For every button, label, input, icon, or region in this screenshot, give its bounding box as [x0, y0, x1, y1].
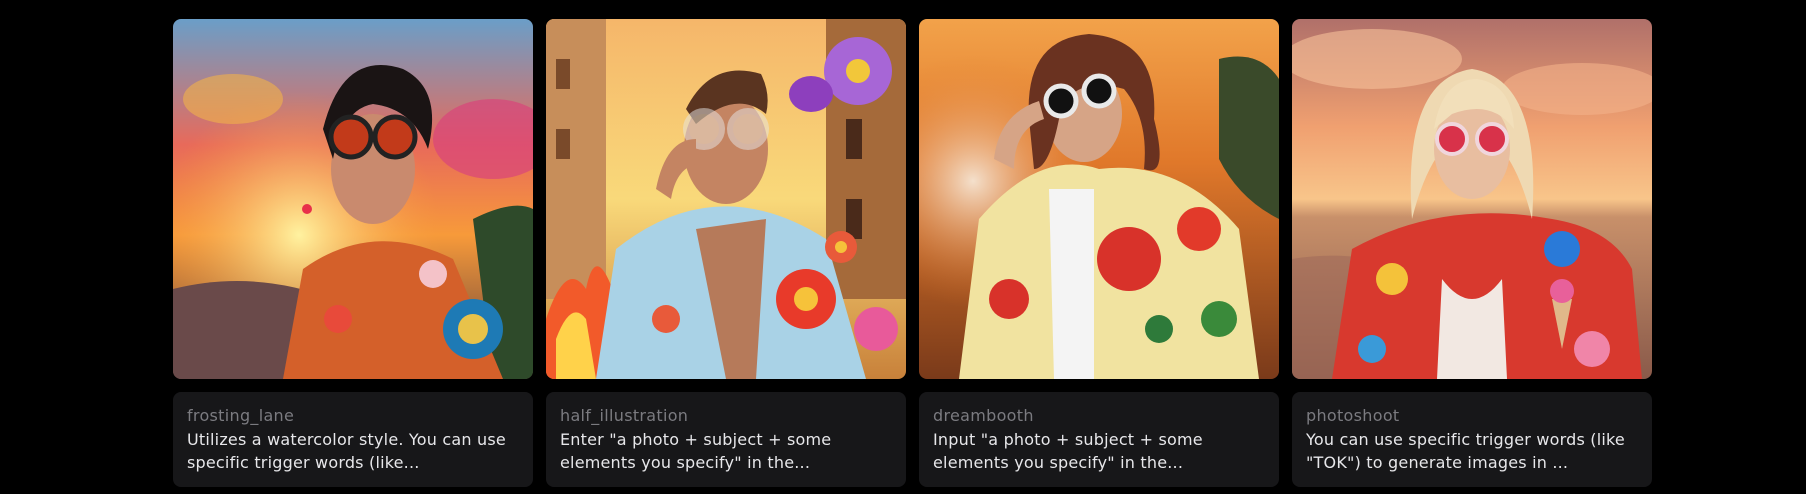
- model-info: dreambooth Input "a photo + subject + so…: [919, 392, 1279, 487]
- model-name: dreambooth: [933, 406, 1034, 425]
- model-thumbnail[interactable]: [173, 19, 533, 379]
- model-thumbnail-image: [173, 19, 533, 379]
- model-card-half-illustration[interactable]: half_illustration Enter "a photo + subje…: [546, 19, 906, 487]
- model-name: frosting_lane: [187, 406, 295, 425]
- model-description: Utilizes a watercolor style. You can use…: [187, 430, 506, 472]
- model-info: half_illustration Enter "a photo + subje…: [546, 392, 906, 487]
- model-gallery: frosting_lane Utilizes a watercolor styl…: [173, 19, 1652, 487]
- model-card-dreambooth[interactable]: dreambooth Input "a photo + subject + so…: [919, 19, 1279, 487]
- model-description: Input "a photo + subject + some elements…: [933, 430, 1203, 472]
- model-thumbnail[interactable]: [546, 19, 906, 379]
- model-description: You can use specific trigger words (like…: [1306, 430, 1625, 472]
- model-info: photoshoot You can use specific trigger …: [1292, 392, 1652, 487]
- model-thumbnail-image: [919, 19, 1279, 379]
- model-card-frosting-lane[interactable]: frosting_lane Utilizes a watercolor styl…: [173, 19, 533, 487]
- model-thumbnail[interactable]: [1292, 19, 1652, 379]
- model-thumbnail-image: [546, 19, 906, 379]
- model-thumbnail-image: [1292, 19, 1652, 379]
- model-name: half_illustration: [560, 406, 689, 425]
- model-thumbnail[interactable]: [919, 19, 1279, 379]
- model-info: frosting_lane Utilizes a watercolor styl…: [173, 392, 533, 487]
- model-description: Enter "a photo + subject + some elements…: [560, 430, 832, 472]
- model-name: photoshoot: [1306, 406, 1400, 425]
- model-card-photoshoot[interactable]: photoshoot You can use specific trigger …: [1292, 19, 1652, 487]
